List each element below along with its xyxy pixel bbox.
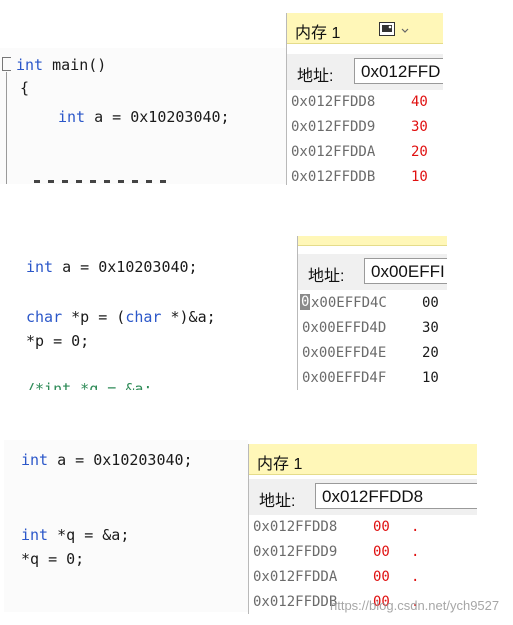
code-text: *p = ( (62, 308, 126, 326)
outline-guide (6, 72, 7, 184)
code-line: int main() (16, 56, 106, 74)
code-line: char *p = (char *)&a; (26, 308, 216, 326)
code-line: *q = 0; (21, 550, 85, 568)
code-editor-1: int main() { int a = 0x10203040; (0, 48, 288, 184)
memory-address: 0x012FFDDA (291, 144, 376, 160)
memory-address: 0x012FFDD8 (253, 519, 338, 535)
code-editor-2: int a = 0x10203040; char *p = (char *)&a… (12, 244, 296, 390)
keyword-char: char (125, 308, 162, 326)
memory-row: 0x012FFDD9 00 . (249, 541, 477, 566)
memory-title-bar: 内存 1 (249, 444, 477, 475)
memory-address: 0x012FFDD8 (291, 94, 376, 110)
memory-row: 0x012FFDD9 30 (287, 116, 443, 141)
memory-row: 0x012FFDDA 20 (287, 141, 443, 166)
code-line: int a = 0x10203040; (21, 451, 193, 469)
picture-icon (379, 22, 395, 36)
memory-value[interactable]: 30 (411, 119, 428, 135)
code-line: int *q = &a; (21, 526, 129, 544)
memory-address: 0x012FFDDB (253, 594, 338, 610)
address-input[interactable]: 0x00EFFI (364, 258, 447, 284)
memory-title-bar-cropped (298, 236, 447, 246)
memory-window-2: 地址: 0x00EFFI 0 x00EFFD4C 00 0x00EFFD4D 3… (297, 236, 447, 390)
code-line: { (20, 79, 30, 97)
watermark: https://blog.csdn.net/ych9527 (330, 598, 500, 613)
memory-row: 0x00EFFD4D 30 (298, 317, 447, 342)
memory-row: 0x012FFDDB 10 (287, 166, 443, 185)
code-editor-3: int a = 0x10203040; int *q = &a; *q = 0; (4, 440, 248, 612)
address-bar: 地址: 0x012FFDD8 (249, 479, 477, 515)
memory-value[interactable]: 10 (411, 169, 428, 185)
code-line: int a = 0x10203040; (58, 108, 230, 126)
memory-row: 0x012FFDD8 00 . (249, 516, 477, 541)
memory-value[interactable]: 00 (373, 519, 390, 535)
comment-line: /*int *q = &a; (26, 380, 153, 390)
memory-title-bar: 内存 1 (287, 13, 443, 44)
memory-row: 0x012FFDDA 00 . (249, 566, 477, 591)
code-line: *p = 0; (26, 332, 90, 350)
address-input[interactable]: 0x012FFD (354, 58, 443, 84)
memory-value[interactable]: 00 (373, 569, 390, 585)
collapse-minus-icon[interactable] (2, 57, 11, 71)
memory-address: 0x00EFFD4E (302, 345, 387, 361)
code-line: int a = 0x10203040; (26, 258, 198, 276)
memory-address: 0x012FFDD9 (291, 119, 376, 135)
keyword-int: int (26, 258, 54, 276)
memory-value[interactable]: 20 (411, 144, 428, 160)
memory-row: 0x012FFDD8 40 (287, 91, 443, 116)
memory-window-3: 内存 1 地址: 0x012FFDD8 0x012FFDD8 00 . 0x01… (248, 444, 477, 614)
text-cursor-highlight[interactable]: 0 (300, 294, 311, 310)
address-bar: 地址: 0x00EFFI (298, 254, 447, 290)
memory-address: 0x012FFDDA (253, 569, 338, 585)
address-input[interactable]: 0x012FFDD8 (315, 483, 477, 509)
memory-value[interactable]: 00 (422, 295, 439, 311)
address-label: 地址: (259, 493, 296, 510)
code-text: *)&a; (161, 308, 216, 326)
memory-address: 0x00EFFD4F (302, 370, 387, 386)
memory-window-1: 内存 1 地址: 0x012FFD 0x012FFDD8 40 0x012FFD… (286, 13, 443, 185)
memory-window-title: 内存 1 (295, 25, 341, 42)
memory-char: . (411, 569, 420, 585)
keyword-char: char (26, 308, 63, 326)
memory-value[interactable]: 10 (422, 370, 439, 386)
keyword-int: int (21, 451, 49, 469)
memory-address: 0x00EFFD4D (302, 320, 387, 336)
address-label: 地址: (297, 68, 334, 85)
cut-off-code-line (34, 180, 174, 183)
memory-row: 0x00EFFD4E 20 (298, 342, 447, 367)
memory-row: 0 x00EFFD4C 00 (298, 292, 447, 317)
memory-value[interactable]: 00 (373, 544, 390, 560)
chevron-down-icon (401, 28, 409, 33)
keyword-int: int (21, 526, 49, 544)
code-text: main() (43, 56, 107, 74)
memory-value[interactable]: 40 (411, 94, 428, 110)
memory-value[interactable]: 30 (422, 320, 439, 336)
memory-char: . (411, 544, 420, 560)
code-text: *q = &a; (48, 526, 130, 544)
memory-value[interactable]: 20 (422, 345, 439, 361)
keyword-int: int (58, 108, 86, 126)
code-text: a = 0x10203040; (85, 108, 230, 126)
address-bar: 地址: 0x012FFD (287, 54, 443, 90)
toolbar-button[interactable] (373, 19, 419, 39)
code-text: a = 0x10203040; (53, 258, 198, 276)
memory-address: 0x012FFDD9 (253, 544, 338, 560)
keyword-int: int (16, 56, 44, 74)
memory-window-title: 内存 1 (257, 456, 303, 473)
memory-row: 0x00EFFD4F 10 (298, 367, 447, 390)
code-text: a = 0x10203040; (48, 451, 193, 469)
address-label: 地址: (308, 268, 345, 285)
memory-char: . (411, 519, 420, 535)
memory-address: 0x012FFDDB (291, 169, 376, 185)
memory-address: x00EFFD4C (311, 295, 387, 311)
